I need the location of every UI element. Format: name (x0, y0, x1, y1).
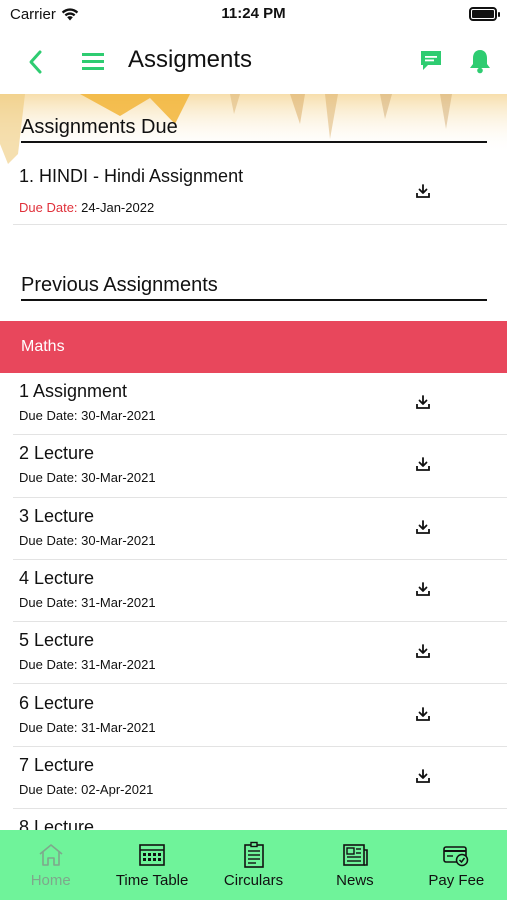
tab-pay-fee-label: Pay Fee (428, 872, 485, 889)
assignment-title: 1. HINDI - Hindi Assignment (19, 166, 244, 186)
download-icon[interactable] (415, 394, 431, 410)
news-icon (343, 844, 368, 866)
download-icon[interactable] (415, 183, 431, 199)
download-icon[interactable] (415, 581, 431, 597)
status-bar: Carrier 11:24 PM (0, 0, 507, 30)
tab-circulars[interactable]: Circulars (203, 830, 304, 900)
assignment-title: 5 Lecture (19, 630, 95, 651)
download-icon[interactable] (415, 519, 431, 535)
back-button[interactable] (24, 48, 48, 76)
assignment-row[interactable]: 5 Lecture Due Date: 31-Mar-2021 (13, 622, 507, 685)
main-content: Assignments Due 1. HINDI - Hindi Assignm… (0, 94, 507, 830)
menu-button[interactable] (80, 50, 108, 74)
download-icon[interactable] (415, 643, 431, 659)
navigation-bar: Assigments (0, 30, 507, 94)
due-assignment-row[interactable]: 1. HINDI - Hindi Assignment Due Date: 24… (13, 158, 507, 225)
divider (21, 299, 487, 301)
assignment-title: 3 Lecture (19, 505, 95, 526)
page-title: Assigments (128, 46, 253, 73)
assignment-title: 7 Lecture (19, 754, 95, 775)
tab-news[interactable]: News (304, 830, 405, 900)
assignments-due-heading: Assignments Due (21, 116, 178, 138)
due-date-label: Due Date: (19, 200, 78, 215)
due-date: Due Date: 02-Apr-2021 (19, 781, 154, 797)
due-date-value: 24-Jan-2022 (81, 200, 155, 215)
bottom-tab-bar: Home Time Table Circulars News Pay Fee (0, 830, 507, 900)
assignment-row[interactable]: 8 Lecture (13, 809, 507, 830)
assignment-row[interactable]: 4 Lecture Due Date: 31-Mar-2021 (13, 560, 507, 623)
due-date: Due Date: 30-Mar-2021 (19, 532, 156, 548)
chat-icon (421, 51, 441, 70)
assignment-title: 1 Assignment (19, 381, 128, 401)
tab-circulars-label: Circulars (223, 872, 284, 889)
battery-icon (469, 7, 500, 21)
assignment-row[interactable]: 2 Lecture Due Date: 30-Mar-2021 (13, 435, 507, 498)
bell-icon (470, 50, 490, 74)
tab-pay-fee[interactable]: Pay Fee (406, 830, 507, 900)
due-date: Due Date: 30-Mar-2021 (19, 470, 156, 486)
assignment-row[interactable]: 3 Lecture Due Date: 30-Mar-2021 (13, 498, 507, 560)
chevron-left-icon (29, 50, 42, 74)
hamburger-icon (82, 53, 104, 70)
notifications-button[interactable] (467, 47, 493, 75)
tab-home-label: Home (30, 872, 71, 889)
tab-time-table[interactable]: Time Table (101, 830, 202, 900)
circulars-icon (243, 841, 264, 868)
due-date: Due Date: 31-Mar-2021 (19, 594, 156, 610)
subject-label: Maths (21, 338, 65, 355)
download-icon[interactable] (415, 456, 431, 472)
divider (21, 141, 487, 143)
assignment-title: 8 Lecture (19, 817, 95, 830)
chat-button[interactable] (418, 48, 444, 74)
download-icon[interactable] (415, 768, 431, 784)
download-icon[interactable] (415, 706, 431, 722)
assignment-title: 4 Lecture (19, 567, 95, 588)
due-date: Due Date: 31-Mar-2021 (19, 657, 156, 673)
tab-time-table-label: Time Table (115, 872, 189, 889)
tab-news-label: News (336, 872, 374, 889)
assignment-row[interactable]: 6 Lecture Due Date: 31-Mar-2021 (13, 685, 507, 747)
due-date: Due Date: 30-Mar-2021 (19, 408, 156, 423)
due-date: Due Date: 31-Mar-2021 (19, 719, 156, 735)
assignment-row[interactable]: 1 Assignment Due Date: 30-Mar-2021 (13, 373, 507, 436)
previous-assignments-heading: Previous Assignments (21, 274, 218, 296)
subject-header-maths[interactable]: Maths (0, 321, 507, 373)
assignment-row[interactable]: 7 Lecture Due Date: 02-Apr-2021 (13, 747, 507, 810)
clock: 11:24 PM (221, 5, 286, 22)
home-icon (39, 844, 63, 866)
assignment-title: 2 Lecture (19, 443, 95, 464)
tab-home[interactable]: Home (0, 830, 101, 900)
pay-fee-icon (443, 846, 469, 867)
timetable-icon (139, 844, 165, 866)
assignment-title: 6 Lecture (19, 692, 95, 713)
due-date: Due Date: 24-Jan-2022 (19, 200, 154, 215)
